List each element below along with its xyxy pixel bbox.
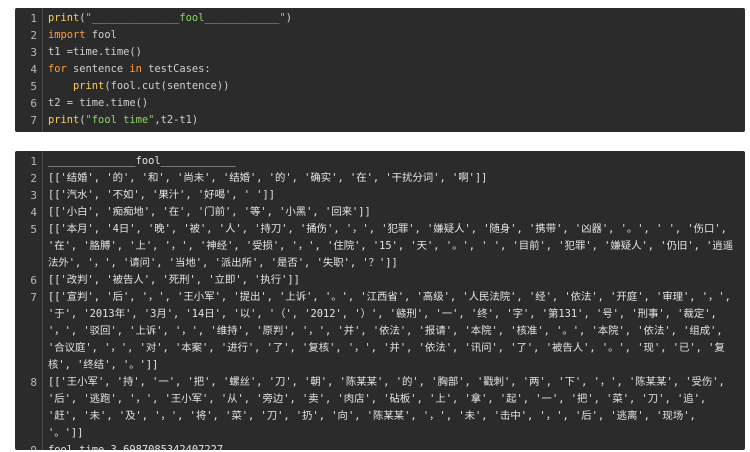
line-number: 7 <box>30 291 37 304</box>
code-token: "______________fool____________" <box>85 12 286 24</box>
code-line: 5 print(fool.cut(sentence)) <box>15 78 745 95</box>
line-number: 5 <box>30 223 37 236</box>
output-line: 8 [['王小军', '持', '一', '把', '螺丝', '刀', '朝',… <box>15 374 745 442</box>
line-number: 8 <box>30 376 37 389</box>
output-cell: 1 ______________fool____________ 2 [['结婚', … <box>15 151 745 450</box>
code-line: 3 t1 =time.time() <box>15 44 745 61</box>
code-line: 2 import fool <box>15 27 745 44</box>
code-token: print <box>73 80 105 92</box>
code-line: 7 print("fool time",t2-t1) <box>15 112 745 129</box>
code-line: 6 t2 = time.time() <box>15 95 745 112</box>
output-line: 5 [['本月', '4日', '晚', '被', '人', '持刀', '捅伤'… <box>15 221 745 272</box>
output-text: fool time 3.6987085342407227 <box>48 444 224 450</box>
output-text: [['王小军', '持', '一', '把', '螺丝', '刀', '朝', … <box>48 376 732 439</box>
code-token: print <box>48 114 80 126</box>
code-token: print <box>48 12 80 24</box>
line-number: 5 <box>30 80 37 93</box>
code-token: (fool.cut(sentence)) <box>104 80 230 92</box>
output-text: [['改判', '被告人', '死刑', '立即', '执行']] <box>48 274 300 286</box>
code-token: testCases: <box>141 63 211 75</box>
output-text: [['汽水', '不如', '果汁', '好喝', ' ']] <box>48 189 276 201</box>
code-cell[interactable]: 1 print("______________fool____________")… <box>15 8 745 132</box>
output-line: 2 [['结婚', '的', '和', '尚未', '结婚', '的', '确实'… <box>15 170 745 187</box>
output-line: 6 [['改判', '被告人', '死刑', '立即', '执行']] <box>15 272 745 289</box>
code-token: fool <box>85 29 117 41</box>
output-line: 7 [['宣判', '后', '，', '王小军', '提出', '上诉', '。… <box>15 289 745 374</box>
code-token: ,t2-t1) <box>154 114 199 126</box>
code-token: ) <box>285 12 292 24</box>
output-lines: 1 ______________fool____________ 2 [['结婚', … <box>15 153 745 450</box>
line-number: 4 <box>30 63 37 76</box>
code-text[interactable]: print(fool.cut(sentence)) <box>48 78 737 95</box>
output-line: 4 [['小白', '痴痴地', '在', '门前', '等', '小黑', '回… <box>15 204 745 221</box>
code-token: sentence <box>66 63 130 75</box>
line-number: 6 <box>30 274 37 287</box>
code-text[interactable]: print("______________fool____________") <box>48 10 737 27</box>
line-number: 7 <box>30 114 37 127</box>
output-text: ______________fool____________ <box>48 155 236 167</box>
code-token: import <box>48 29 86 41</box>
output-line: 9 fool time 3.6987085342407227 <box>15 442 745 450</box>
line-number: 9 <box>15 442 37 450</box>
output-text: [['本月', '4日', '晚', '被', '人', '持刀', '捅伤',… <box>48 223 734 269</box>
output-line: 1 ______________fool____________ <box>15 153 745 170</box>
code-token: t1 =time.time() <box>48 46 142 58</box>
code-lines: 1 print("______________fool____________")… <box>15 10 745 129</box>
output-text: [['结婚', '的', '和', '尚未', '结婚', '的', '确实',… <box>48 172 488 184</box>
code-token: t2 = time.time() <box>48 97 149 109</box>
code-text[interactable]: t1 =time.time() <box>48 44 737 61</box>
line-number: 1 <box>30 155 37 168</box>
output-text: [['宣判', '后', '，', '王小军', '提出', '上诉', '。'… <box>48 291 738 371</box>
code-text[interactable]: for sentence in testCases: <box>48 61 737 78</box>
code-token: for <box>48 63 67 75</box>
line-number: 3 <box>30 46 37 59</box>
code-text[interactable]: import fool <box>48 27 737 44</box>
line-number: 3 <box>30 189 37 202</box>
line-number: 4 <box>30 206 37 219</box>
line-number: 1 <box>30 12 37 25</box>
code-token: in <box>129 63 142 75</box>
output-text: [['小白', '痴痴地', '在', '门前', '等', '小黑', '回来… <box>48 206 371 218</box>
code-token: "fool time" <box>85 114 155 126</box>
code-text[interactable]: print("fool time",t2-t1) <box>48 112 737 129</box>
output-line: 3 [['汽水', '不如', '果汁', '好喝', ' ']] <box>15 187 745 204</box>
line-number: 2 <box>30 172 37 185</box>
line-number: 6 <box>30 97 37 110</box>
code-line: 4 for sentence in testCases: <box>15 61 745 78</box>
line-number: 2 <box>30 29 37 42</box>
code-text[interactable]: t2 = time.time() <box>48 95 737 112</box>
code-line: 1 print("______________fool____________") <box>15 10 745 27</box>
